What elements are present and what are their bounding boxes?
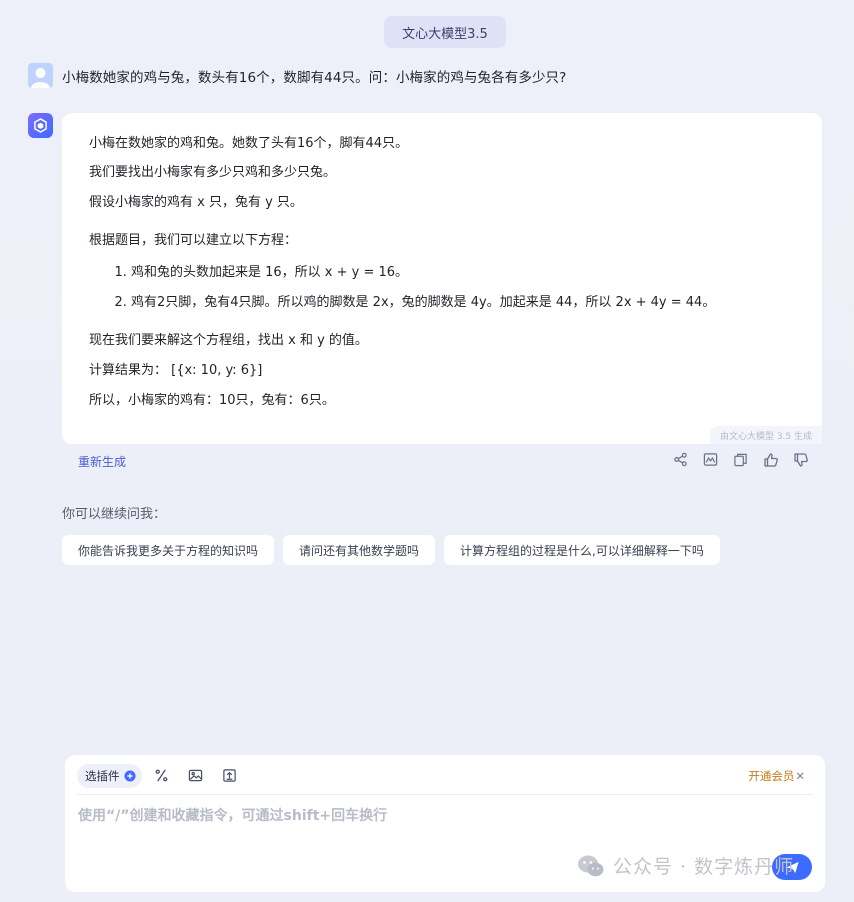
- suggestions-label: 你可以继续问我：: [62, 507, 167, 522]
- input-tools: [153, 767, 238, 784]
- prompt-input-placeholder[interactable]: 使用“/”创建和收藏指令，可通过shift+回车换行: [78, 805, 387, 825]
- copy-icon[interactable]: [732, 451, 749, 468]
- generated-by-tag: 由文心大模型 3.5 生成: [709, 426, 822, 444]
- plugin-label: 选插件: [85, 769, 120, 783]
- answer-paragraph: 根据题目，我们可以建立以下方程：: [89, 233, 298, 248]
- answer-paragraph: 所以，小梅家的鸡有：10只，兔有：6只。: [89, 393, 335, 408]
- answer-paragraph: 现在我们要来解这个方程组，找出 x 和 y 的值。: [89, 333, 368, 348]
- answer-card: 小梅在数她家的鸡和兔。她数了头有16个，脚有44只。 我们要找出小梅家有多少只鸡…: [62, 113, 822, 444]
- command-slash-icon[interactable]: [153, 767, 170, 784]
- model-name: 文心大模型3.5: [402, 26, 488, 42]
- user-avatar-icon: [28, 63, 53, 88]
- plus-circle-icon: [124, 770, 135, 782]
- select-plugin-button[interactable]: 选插件: [77, 764, 142, 788]
- suggestion-chips: 你能告诉我更多关于方程的知识吗 请问还有其他数学题吗 计算方程组的过程是什么,可…: [62, 535, 720, 565]
- equation-list: 鸡和兔的头数加起来是 16，所以 x + y = 16。 鸡有2只脚，兔有4只脚…: [89, 264, 809, 312]
- thumbs-down-icon[interactable]: [792, 451, 809, 468]
- answer-paragraph: 小梅在数她家的鸡和兔。她数了头有16个，脚有44只。: [89, 136, 409, 151]
- share-icon[interactable]: [672, 451, 689, 468]
- watermark-text: 公众号 · 数字炼丹师: [613, 856, 795, 878]
- answer-body: 小梅在数她家的鸡和兔。她数了头有16个，脚有44只。 我们要找出小梅家有多少只鸡…: [89, 135, 809, 410]
- list-item: 鸡有2只脚，兔有4只脚。所以鸡的脚数是 2x，兔的脚数是 4y。加起来是 44，…: [131, 294, 809, 312]
- watermark: 公众号 · 数字炼丹师: [577, 852, 794, 879]
- thumbs-up-icon[interactable]: [762, 451, 779, 468]
- answer-paragraph: 计算结果为： [{x: 10, y: 6}]: [89, 363, 263, 378]
- suggestion-chip[interactable]: 计算方程组的过程是什么,可以详细解释一下吗: [444, 535, 720, 565]
- close-icon[interactable]: ✕: [795, 769, 805, 783]
- bot-avatar-icon: [28, 113, 53, 138]
- regenerate-button[interactable]: 重新生成: [78, 453, 126, 470]
- list-item: 鸡和兔的头数加起来是 16，所以 x + y = 16。: [131, 264, 809, 282]
- answer-paragraph: 假设小梅家的鸡有 x 只，兔有 y 只。: [89, 195, 303, 210]
- user-message: 小梅数她家的鸡与兔，数头有16个，数脚有44只。问：小梅家的鸡与兔各有多少只?: [28, 63, 566, 88]
- suggestion-chip[interactable]: 你能告诉我更多关于方程的知识吗: [62, 535, 275, 565]
- file-upload-icon[interactable]: [221, 767, 238, 784]
- vip-upgrade-link[interactable]: 开通会员✕: [748, 768, 805, 784]
- answer-paragraph: 我们要找出小梅家有多少只鸡和多少只兔。: [89, 165, 337, 180]
- answer-actions: [672, 451, 809, 468]
- user-message-text: 小梅数她家的鸡与兔，数头有16个，数脚有44只。问：小梅家的鸡与兔各有多少只?: [62, 69, 567, 86]
- image-export-icon[interactable]: [702, 451, 719, 468]
- wechat-icon: [578, 855, 604, 876]
- model-selector[interactable]: 文心大模型3.5: [384, 16, 506, 48]
- divider: [77, 794, 813, 795]
- suggestion-chip[interactable]: 请问还有其他数学题吗: [283, 535, 436, 565]
- vip-label: 开通会员: [748, 769, 795, 783]
- image-upload-icon[interactable]: [187, 767, 204, 784]
